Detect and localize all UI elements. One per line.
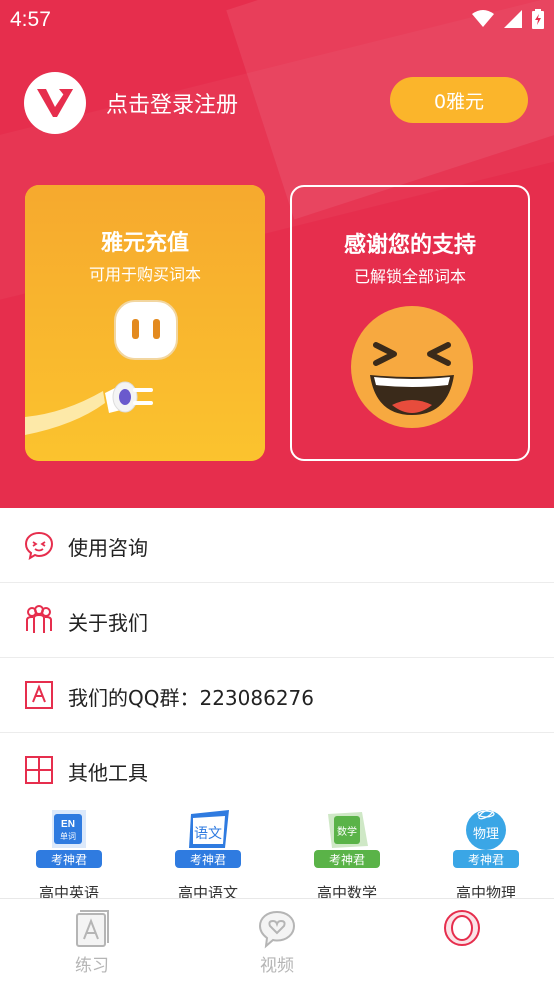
people-icon xyxy=(26,605,52,633)
heart-chat-icon xyxy=(258,910,296,949)
signal-icon xyxy=(504,10,522,28)
tool-physics[interactable]: 物理 考神君 高中物理 xyxy=(421,802,541,902)
tool-badge-main: EN xyxy=(61,819,75,830)
menu-item-about[interactable]: 关于我们 xyxy=(0,583,554,658)
chat-icon xyxy=(24,531,54,560)
tool-math[interactable]: 数学 考神君 高中数学 xyxy=(282,802,402,902)
thanks-title: 感谢您的支持 xyxy=(343,233,476,258)
plug-socket-icon xyxy=(25,300,178,435)
tab-profile[interactable] xyxy=(370,899,554,985)
tool-badge-sub: 单词 xyxy=(60,831,76,841)
coin-balance-button[interactable]: 0雅元 xyxy=(390,77,528,123)
menu-label-about: 关于我们 xyxy=(68,611,148,635)
book-icon xyxy=(76,910,109,947)
tool-brand: 考神君 xyxy=(468,853,504,867)
login-register-link[interactable]: 点击登录注册 xyxy=(106,87,238,119)
tab-practice[interactable]: 练习 xyxy=(0,899,184,985)
physics-app-icon: 物理 考神君 xyxy=(453,808,519,868)
profile-circle-icon xyxy=(444,910,480,946)
tool-brand: 考神君 xyxy=(190,853,226,867)
menu-label-other-tools: 其他工具 xyxy=(68,761,148,785)
menu-item-other-tools[interactable]: 其他工具 xyxy=(0,733,554,807)
recharge-card[interactable]: 雅元充值 可用于购买词本 xyxy=(25,185,265,461)
recharge-title: 雅元充值 xyxy=(100,231,189,256)
laughing-emoji-icon xyxy=(351,306,473,428)
tab-label: 练习 xyxy=(75,956,109,976)
battery-icon xyxy=(532,9,544,29)
tools-row: EN 单词 考神君 高中英语 语文 考神君 高中语文 数学 考神君 高中数学 物… xyxy=(0,802,554,902)
thanks-subtitle: 已解锁全部词本 xyxy=(353,267,466,286)
letter-a-icon xyxy=(25,681,53,709)
tab-video[interactable]: 视频 xyxy=(185,899,369,985)
tool-badge-main: 语文 xyxy=(194,826,222,842)
chinese-app-icon: 语文 考神君 xyxy=(175,810,241,868)
status-time: 4:57 xyxy=(10,8,51,31)
tool-badge-main: 物理 xyxy=(473,827,499,842)
profile-header: 4:57 点击登录注册 0雅元 雅元充值 可用于购买词本 感谢您的支持 已解锁全… xyxy=(0,0,554,508)
tool-brand: 考神君 xyxy=(51,853,87,867)
tool-english[interactable]: EN 单词 考神君 高中英语 xyxy=(4,802,124,902)
math-app-icon: 数学 考神君 xyxy=(314,812,380,868)
avatar[interactable] xyxy=(24,72,86,134)
logo-v-icon xyxy=(37,89,73,117)
thanks-card: 感谢您的支持 已解锁全部词本 xyxy=(290,185,530,461)
recharge-subtitle: 可用于购买词本 xyxy=(88,265,201,284)
tab-label: 视频 xyxy=(260,956,294,976)
english-app-icon: EN 单词 考神君 xyxy=(36,810,102,868)
tool-chinese[interactable]: 语文 考神君 高中语文 xyxy=(143,802,263,902)
menu-item-qq-group[interactable]: 我们的QQ群：223086276 xyxy=(0,658,554,733)
tool-badge-main: 数学 xyxy=(337,825,357,838)
menu-label-qq-group: 我们的QQ群：223086276 xyxy=(68,686,315,710)
settings-menu: 使用咨询 关于我们 我们的QQ群：223086276 其他工具 xyxy=(0,508,554,807)
grid-icon xyxy=(25,756,53,784)
status-bar: 4:57 xyxy=(0,0,554,38)
tool-brand: 考神君 xyxy=(329,853,365,867)
bottom-tab-bar: 练习 视频 xyxy=(0,898,554,985)
wifi-icon xyxy=(472,10,494,27)
menu-item-consult[interactable]: 使用咨询 xyxy=(0,508,554,583)
menu-label-consult: 使用咨询 xyxy=(68,536,148,560)
